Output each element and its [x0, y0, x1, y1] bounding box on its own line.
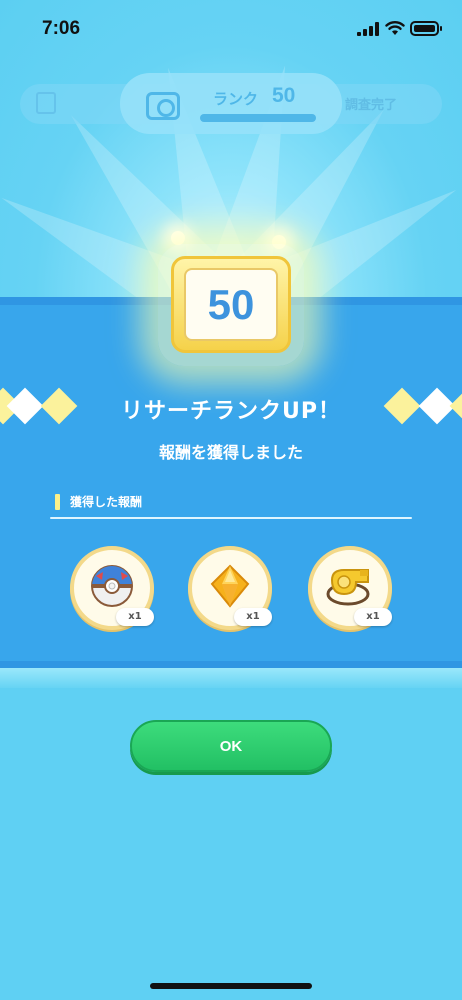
rank-value: 50 — [272, 84, 296, 107]
camera-icon — [146, 92, 180, 120]
whistle-icon — [326, 569, 370, 606]
reward-item[interactable]: x1 — [70, 546, 154, 630]
reward-item[interactable]: x1 — [308, 546, 392, 630]
great-ball-icon — [91, 565, 133, 607]
band-bottom-border — [0, 661, 462, 668]
ok-button[interactable]: OK — [130, 720, 332, 772]
crystal-icon — [210, 564, 250, 608]
rank-badge: 50 — [171, 256, 291, 353]
background-bar-right-text: 調査完了 — [345, 98, 398, 113]
notebook-icon — [36, 92, 56, 114]
band-glow — [0, 668, 462, 688]
rank-progress-bar — [200, 114, 316, 122]
rank-badge-inner: 50 — [184, 268, 278, 341]
sparkle-icon — [171, 231, 185, 245]
rank-label: ランク — [213, 90, 259, 108]
rank-up-title: リサーチランクUP！ — [121, 399, 341, 424]
reward-quantity: x1 — [354, 608, 392, 626]
status-time: 7:06 — [42, 18, 81, 39]
reward-obtained-subtitle: 報酬を獲得しました — [158, 443, 303, 462]
reward-item[interactable]: x1 — [188, 546, 272, 630]
section-divider — [50, 517, 412, 519]
wifi-icon — [385, 21, 405, 35]
cellular-signal-icon — [357, 22, 379, 36]
reward-quantity: x1 — [116, 608, 154, 626]
status-bar: 7:06 — [0, 0, 462, 60]
home-indicator[interactable] — [150, 983, 312, 989]
battery-icon — [410, 21, 442, 36]
section-marker — [55, 494, 60, 510]
rank-badge-number: 50 — [207, 280, 255, 328]
rewards-section-label: 獲得した報酬 — [70, 495, 143, 509]
reward-quantity: x1 — [234, 608, 272, 626]
